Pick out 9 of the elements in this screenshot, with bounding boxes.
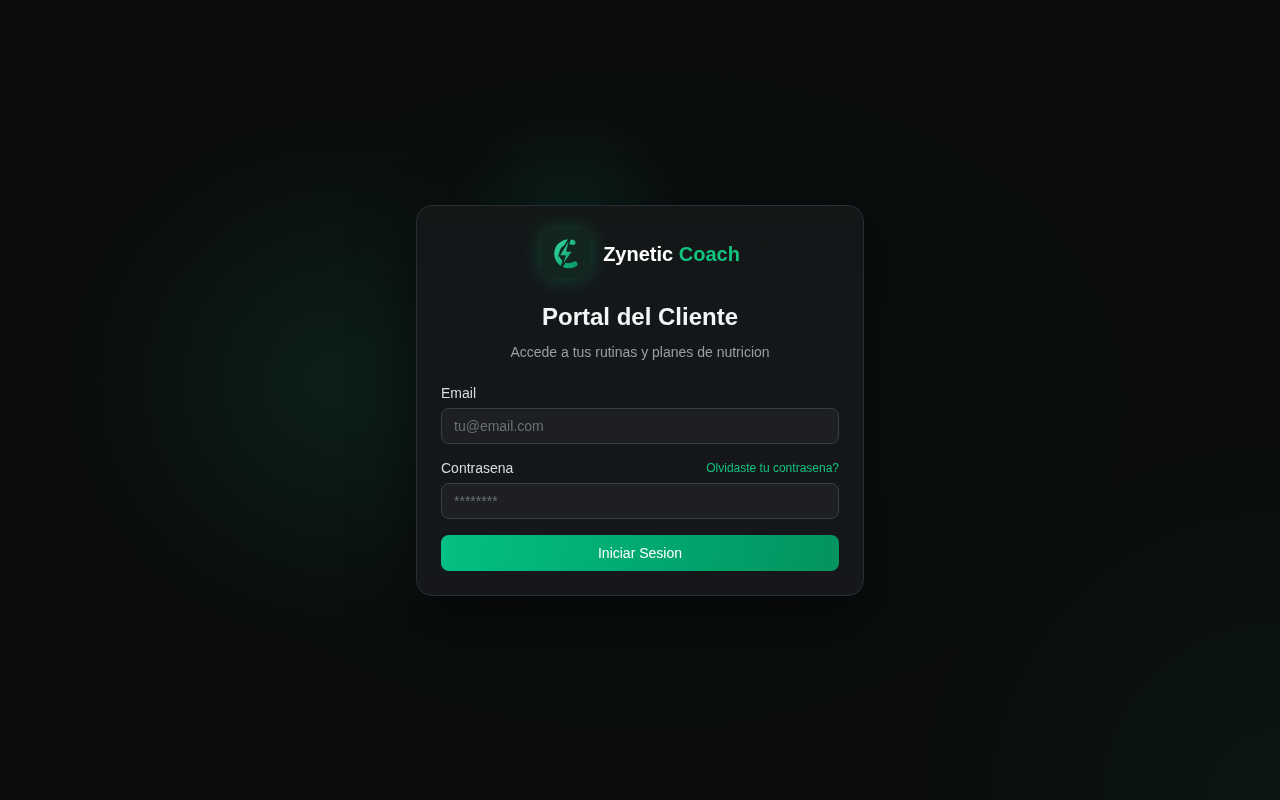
input-field[interactable]: tu@email.com	[441, 407, 839, 444]
page-title: Portal del Cliente	[541, 301, 738, 332]
field-label: Contrasena	[441, 459, 514, 476]
field-label: Email	[441, 384, 476, 401]
input-field[interactable]: ********	[441, 482, 839, 519]
bolt-logo-icon	[542, 229, 591, 278]
subtitle: Accede a tus rutinas y planes de nutricion	[510, 342, 770, 362]
brand-name: Zynetic Coach	[603, 241, 740, 267]
forgot-password-link[interactable]: Olvidaste tu contrasena?	[706, 460, 839, 475]
